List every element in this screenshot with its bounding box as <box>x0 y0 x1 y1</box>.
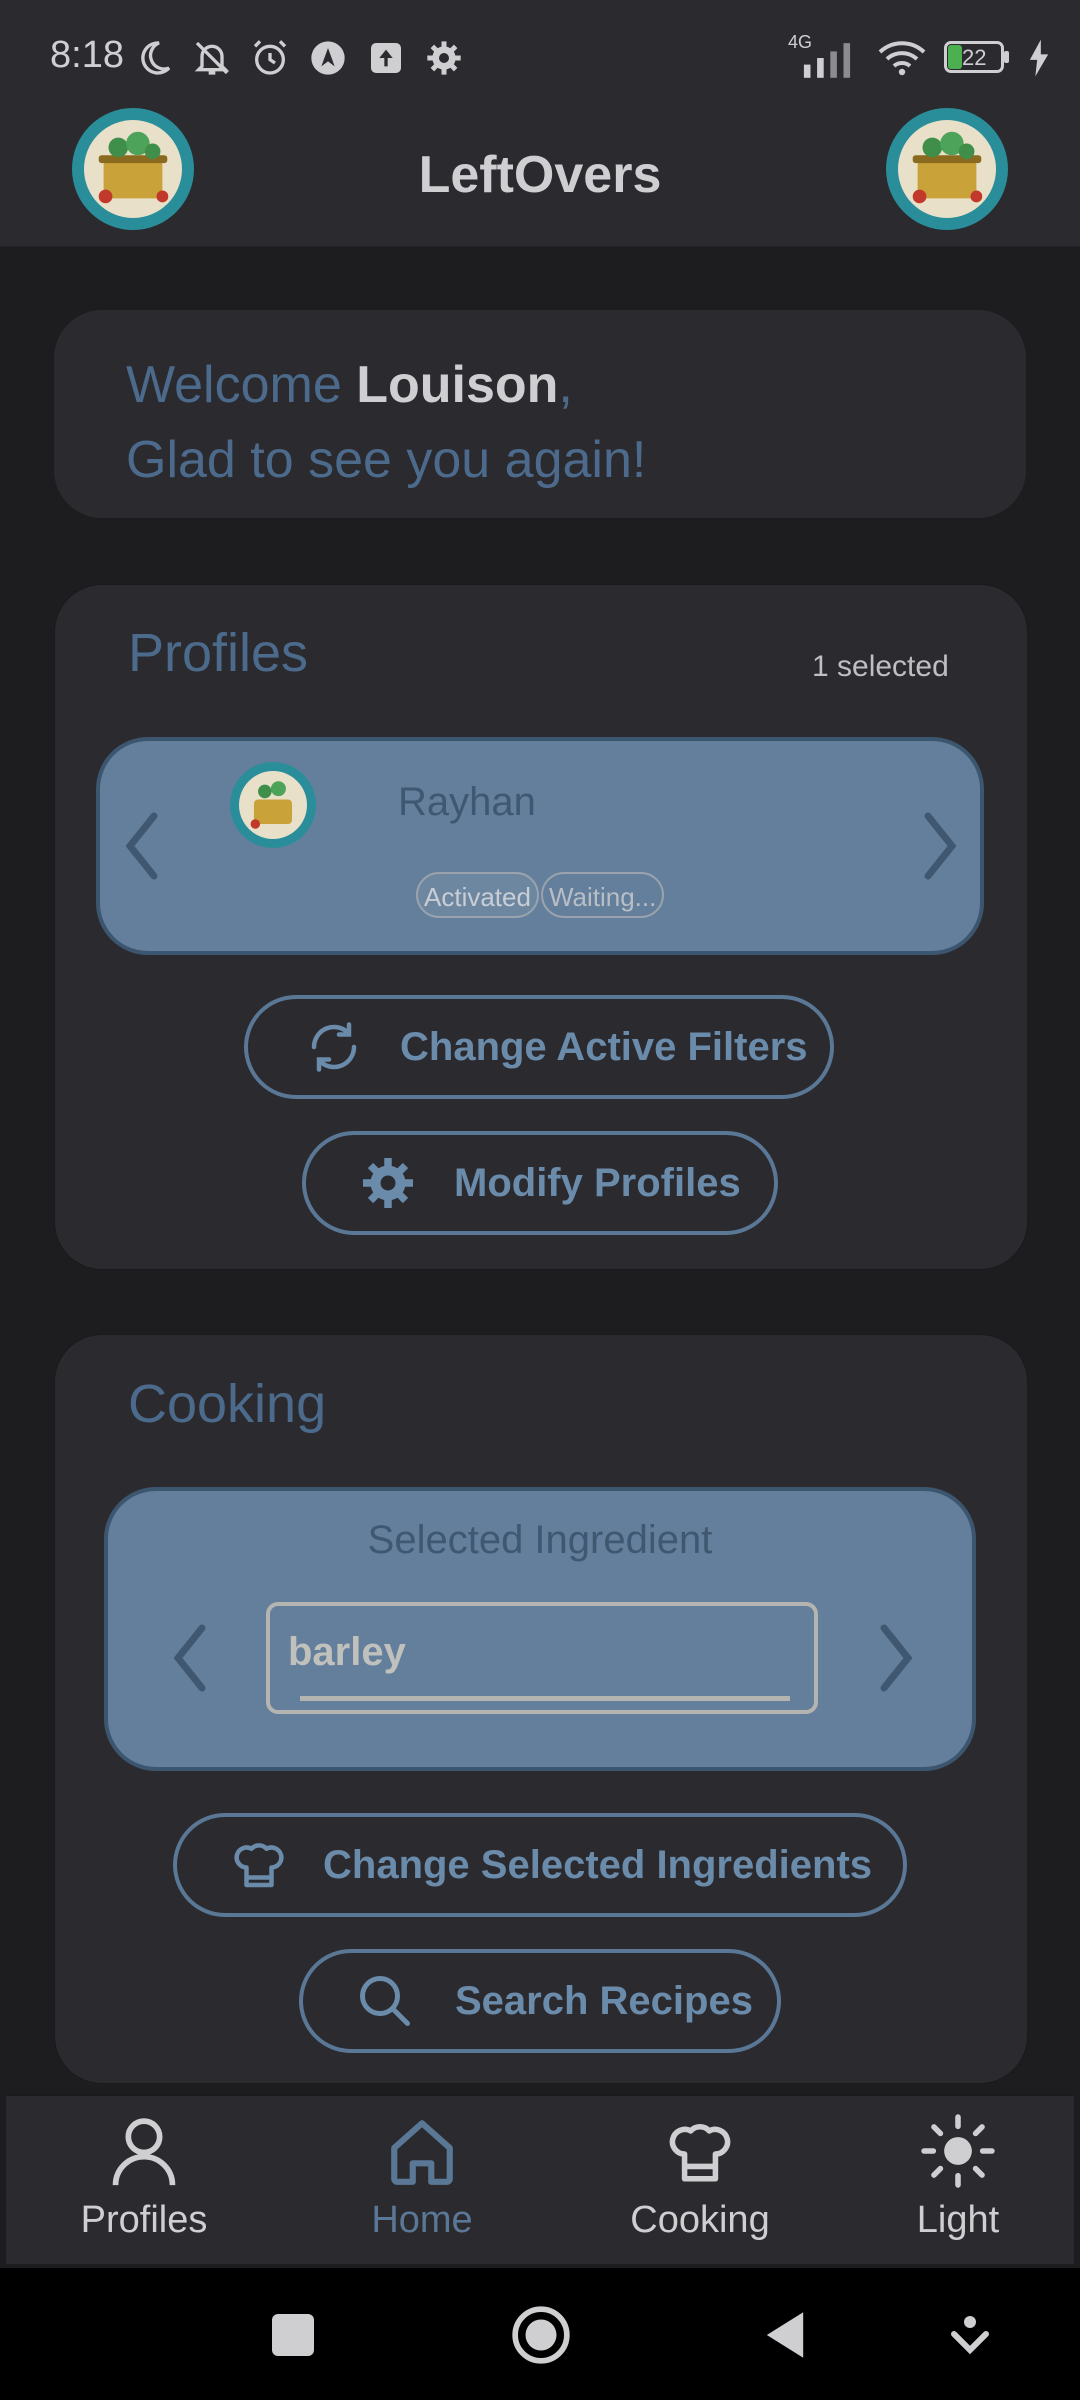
chef-hat-icon <box>234 1843 284 1888</box>
sun-icon <box>921 2114 995 2188</box>
ingredient-prev-arrow-icon[interactable] <box>166 1618 216 1698</box>
selected-ingredient-label: Selected Ingredient <box>367 1518 713 1562</box>
moon-icon <box>141 41 171 75</box>
change-selected-ingredients-button[interactable]: Change Selected Ingredients <box>173 1813 907 1917</box>
navigation-icon <box>311 41 345 75</box>
upload-icon <box>371 43 401 73</box>
selected-ingredient-value: barley <box>288 1630 406 1674</box>
profile-next-arrow-icon[interactable] <box>914 806 964 886</box>
user-avatar-right[interactable] <box>886 108 1008 230</box>
cooking-pot-logo-icon <box>239 771 307 839</box>
battery-icon: 22 <box>944 41 1010 75</box>
profiles-title: Profiles <box>128 623 309 683</box>
nav-label-profiles: Profiles <box>80 2199 208 2241</box>
search-recipes-button[interactable]: Search Recipes <box>299 1949 781 2053</box>
status-badge-activated: Activated <box>416 872 539 918</box>
nav-label-home: Home <box>371 2199 473 2241</box>
wifi-icon <box>878 41 926 76</box>
welcome-subtitle: Glad to see you again! <box>126 431 647 489</box>
cellular-signal-icon: 4G <box>788 32 860 78</box>
search-icon <box>360 1976 410 2026</box>
profile-badges: Activated Waiting... <box>416 872 665 918</box>
nav-item-home[interactable]: Home <box>322 2114 522 2242</box>
profile-name: Rayhan <box>398 780 536 824</box>
profile-carousel <box>96 737 984 955</box>
change-active-filters-label: Change Active Filters <box>400 1024 808 1069</box>
welcome-greeting: Welcome <box>126 356 357 414</box>
cooking-title: Cooking <box>128 1374 327 1434</box>
modify-profiles-button[interactable]: Modify Profiles <box>302 1131 778 1235</box>
nav-item-profiles[interactable]: Profiles <box>44 2114 244 2242</box>
chef-hat-icon <box>669 2124 731 2182</box>
change-active-filters-button[interactable]: Change Active Filters <box>244 995 834 1099</box>
nav-label-cooking: Cooking <box>630 2199 770 2241</box>
status-icons <box>134 38 464 78</box>
search-recipes-label: Search Recipes <box>455 1978 753 2023</box>
profiles-selected-count: 1 selected <box>812 650 949 683</box>
change-selected-ingredients-label: Change Selected Ingredients <box>323 1842 873 1887</box>
welcome-message: Welcome Louison, Glad to see you again! <box>126 348 646 498</box>
gear-icon <box>363 1158 413 1208</box>
refresh-icon <box>311 1022 357 1072</box>
status-right: 4G 22 <box>788 32 1050 78</box>
recents-square-icon[interactable] <box>272 2314 314 2356</box>
profile-prev-arrow-icon[interactable] <box>118 806 168 886</box>
back-triangle-icon[interactable] <box>762 2310 808 2360</box>
ingredient-next-arrow-icon[interactable] <box>870 1618 920 1698</box>
nav-item-cooking[interactable]: Cooking <box>600 2114 800 2242</box>
home-circle-icon[interactable] <box>510 2304 572 2366</box>
charging-icon <box>1029 39 1049 77</box>
cooking-pot-logo-icon <box>912 131 983 204</box>
battery-level: 22 <box>962 45 987 70</box>
home-icon <box>391 2120 453 2185</box>
nav-item-light[interactable]: Light <box>858 2114 1058 2242</box>
welcome-comma: , <box>558 356 573 414</box>
nav-label-light: Light <box>916 2199 1000 2241</box>
hide-keyboard-icon[interactable] <box>950 2314 990 2358</box>
welcome-user-name: Louison <box>356 356 559 414</box>
ingredient-field-underline <box>300 1696 790 1701</box>
profile-avatar <box>230 762 316 848</box>
person-icon <box>112 2118 176 2186</box>
status-badge-waiting: Waiting... <box>540 872 665 918</box>
network-type: 4G <box>788 32 813 52</box>
selected-ingredient-field[interactable]: barley <box>266 1602 818 1714</box>
settings-gear-icon <box>427 41 461 75</box>
status-time: 8:18 <box>50 34 124 76</box>
bell-off-icon <box>194 41 230 75</box>
modify-profiles-label: Modify Profiles <box>454 1160 741 1205</box>
alarm-icon <box>253 40 287 75</box>
